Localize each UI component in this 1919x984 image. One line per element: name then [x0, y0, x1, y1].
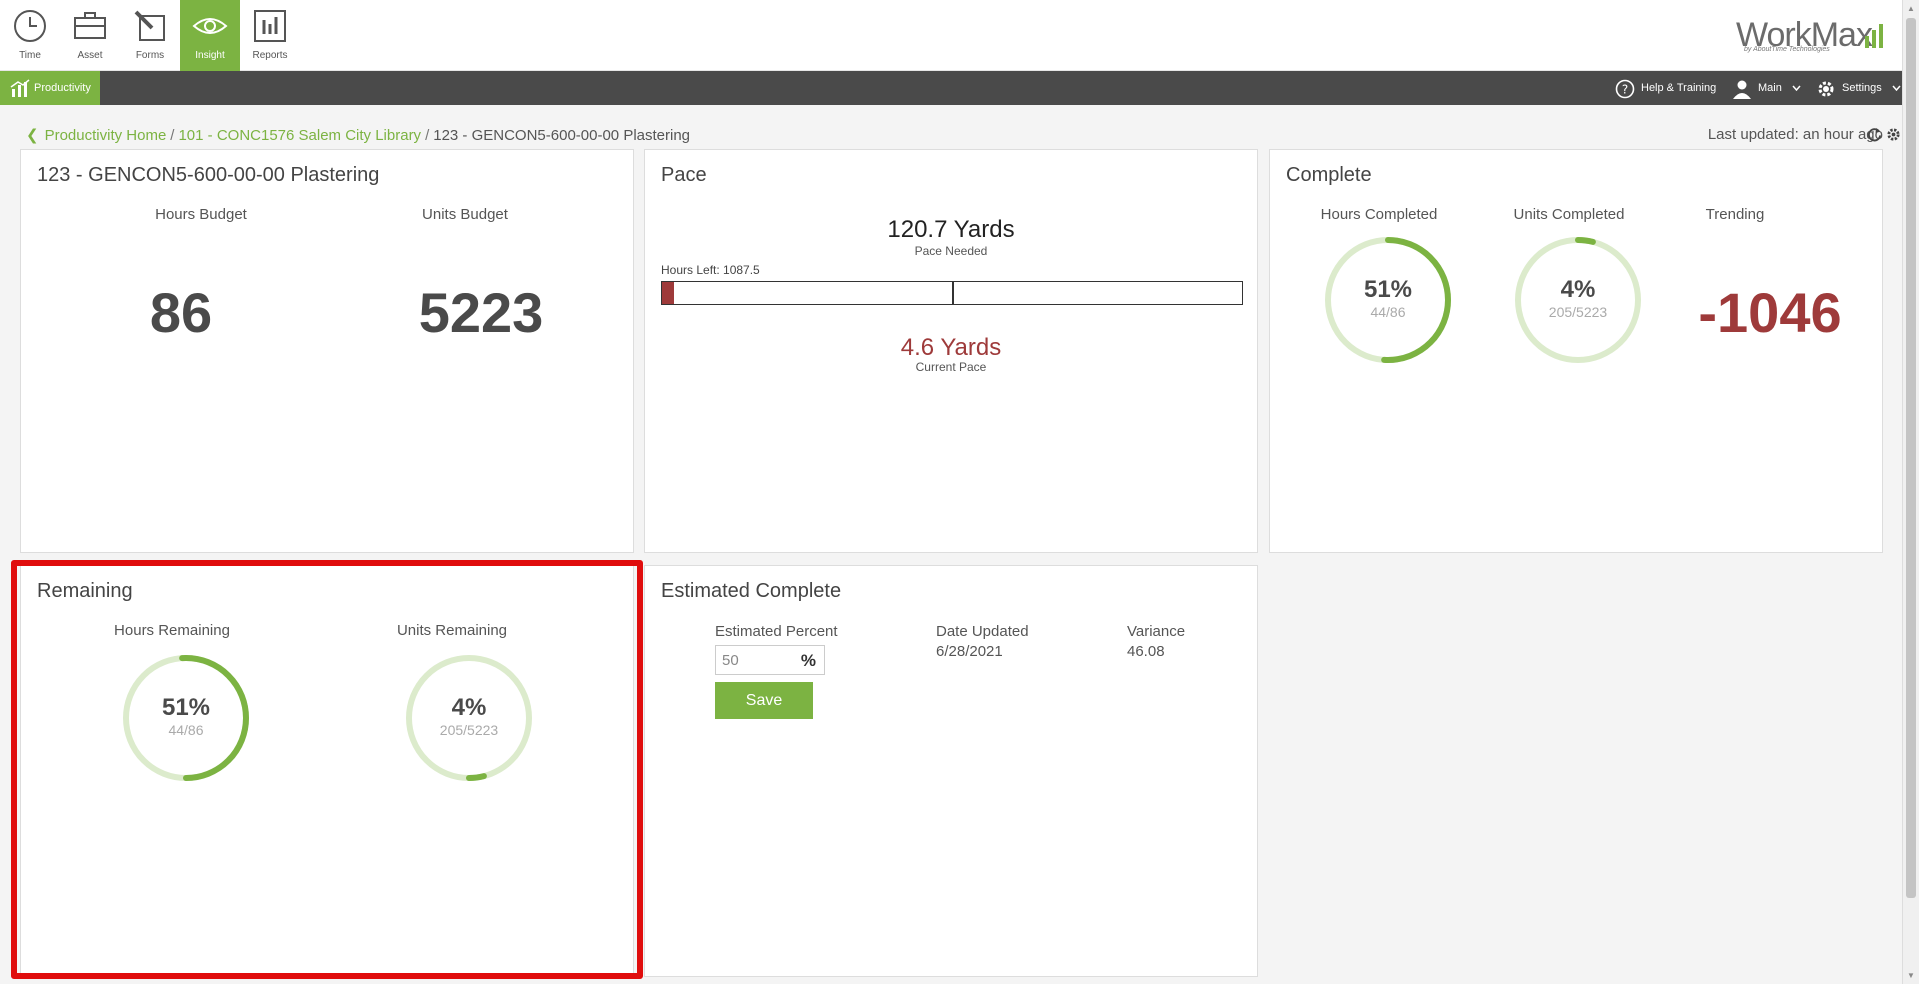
pencil-icon: [134, 10, 165, 41]
breadcrumb-separator: /: [170, 127, 175, 144]
user-label: Main: [1758, 82, 1782, 94]
pace-card: Pace 120.7 Yards Pace Needed Hours Left:…: [644, 149, 1258, 553]
pace-needed-value: 120.7 Yards: [887, 216, 1015, 243]
refresh-icon[interactable]: [1867, 127, 1882, 142]
variance-value: 46.08: [1127, 643, 1165, 660]
hours-budget-label: Hours Budget: [155, 206, 247, 223]
units-remaining-label: Units Remaining: [396, 622, 508, 639]
clock-icon: [14, 10, 46, 42]
hours-remaining-fraction: 44/86: [168, 722, 204, 738]
scrollbar-thumb[interactable]: [1906, 18, 1916, 898]
units-remaining-percent: 4%: [451, 694, 487, 721]
pace-progress-fill: [662, 282, 674, 304]
app-tab-asset[interactable]: Asset: [60, 0, 120, 71]
budget-card-title: 123 - GENCON5-600-00-00 Plastering: [37, 164, 380, 186]
breadcrumb-separator: /: [425, 127, 430, 144]
app-tab-forms[interactable]: Forms: [120, 0, 180, 71]
app-tab-label: Reports: [252, 50, 288, 61]
top-app-bar: Time Asset Forms Insight Reports WorkMax…: [0, 0, 1902, 71]
breadcrumb: ❮ Productivity Home/101 - CONC1576 Salem …: [26, 126, 690, 144]
chart-icon: [254, 10, 286, 42]
estimated-complete-title: Estimated Complete: [661, 580, 842, 602]
productivity-nav-button[interactable]: Productivity: [0, 71, 100, 105]
scroll-up-arrow-icon[interactable]: ▲: [1907, 4, 1915, 13]
units-completed-fraction: 205/5223: [1548, 304, 1608, 320]
user-icon: [1733, 80, 1751, 99]
chevron-down-icon: [1792, 85, 1801, 91]
page-scrollbar[interactable]: ▲ ▼: [1902, 0, 1919, 984]
current-pace-value: 4.6 Yards: [900, 334, 1002, 361]
back-chevron-icon[interactable]: ❮: [26, 127, 39, 144]
save-button[interactable]: Save: [715, 682, 813, 719]
hours-completed-percent: 51%: [1363, 276, 1413, 303]
scroll-down-arrow-icon[interactable]: ▼: [1907, 971, 1915, 980]
hours-budget-value: 86: [149, 281, 213, 344]
variance-label: Variance: [1127, 623, 1186, 640]
logo-subtext: by AboutTime Technologies: [1744, 46, 1830, 53]
estimated-percent-field: %: [715, 645, 825, 675]
app-tab-insight[interactable]: Insight: [180, 0, 240, 71]
units-completed-label: Units Completed: [1513, 206, 1625, 223]
trending-label: Trending: [1705, 206, 1765, 223]
estimated-percent-input[interactable]: [716, 646, 798, 674]
hours-remaining-percent: 51%: [161, 694, 211, 721]
units-remaining-ring: 4% 205/5223: [403, 652, 535, 784]
settings-menu[interactable]: Settings: [1816, 71, 1901, 105]
app-tab-time[interactable]: Time: [0, 0, 60, 71]
units-budget-label: Units Budget: [422, 206, 508, 223]
question-circle-icon: ?: [1615, 79, 1635, 99]
units-remaining-fraction: 205/5223: [439, 722, 499, 738]
gear-icon: [1818, 81, 1834, 97]
pace-needed-label: Pace Needed: [914, 244, 988, 258]
breadcrumb-home-link[interactable]: Productivity Home: [45, 127, 167, 144]
units-completed-percent: 4%: [1560, 276, 1596, 303]
trending-value: -1046: [1698, 281, 1842, 344]
pace-progress-bar: [661, 281, 1243, 305]
app-tab-label: Time: [19, 50, 41, 61]
nav-bar: Productivity ? Help & Training Main Sett…: [0, 71, 1902, 105]
complete-card: Complete Hours Completed 51% 44/86 Units…: [1269, 149, 1883, 553]
user-menu[interactable]: Main: [1732, 71, 1802, 105]
help-training-label: Help & Training: [1641, 82, 1717, 94]
updated-actions: [1867, 127, 1901, 147]
complete-card-title: Complete: [1286, 164, 1372, 186]
workmax-logo: WorkMax by AboutTime Technologies: [1736, 14, 1886, 56]
help-training-link[interactable]: ? Help & Training: [1615, 71, 1717, 105]
percent-unit: %: [800, 651, 816, 670]
breadcrumb-current: 123 - GENCON5-600-00-00 Plastering: [433, 127, 691, 144]
units-budget-value: 5223: [418, 281, 544, 344]
svg-text:?: ?: [1622, 83, 1628, 97]
last-updated-text: Last updated: an hour ago: [1707, 126, 1883, 143]
productivity-label: Productivity: [34, 82, 91, 94]
remaining-card-title: Remaining: [37, 580, 133, 602]
estimated-complete-card: Estimated Complete Estimated Percent % S…: [644, 565, 1258, 977]
hours-completed-fraction: 44/86: [1370, 304, 1406, 320]
hours-completed-ring: 51% 44/86: [1322, 234, 1454, 366]
app-tab-label: Forms: [135, 50, 165, 61]
eye-icon: [192, 18, 228, 34]
chevron-down-icon: [1892, 85, 1901, 91]
date-updated-value: 6/28/2021: [936, 643, 1003, 660]
app-tab-label: Asset: [77, 50, 103, 61]
current-pace-label: Current Pace: [915, 360, 987, 374]
pace-midpoint-marker: [952, 282, 954, 304]
remaining-card: Remaining Hours Remaining 51% 44/86 Unit…: [20, 565, 634, 977]
settings-label: Settings: [1842, 82, 1882, 94]
breadcrumb-project-link[interactable]: 101 - CONC1576 Salem City Library: [178, 127, 421, 144]
estimated-percent-label: Estimated Percent: [715, 623, 838, 640]
hours-remaining-ring: 51% 44/86: [120, 652, 252, 784]
logo-bars-icon: [1865, 24, 1883, 48]
productivity-chart-icon: [10, 79, 30, 97]
hours-completed-label: Hours Completed: [1320, 206, 1438, 223]
hours-left-label: Hours Left: 1087.5: [661, 263, 760, 277]
budget-card: 123 - GENCON5-600-00-00 Plastering Hours…: [20, 149, 634, 553]
pace-card-title: Pace: [661, 164, 707, 186]
app-tab-label: Insight: [195, 50, 225, 61]
date-updated-label: Date Updated: [936, 623, 1029, 640]
gear-icon[interactable]: [1886, 127, 1901, 142]
app-tab-reports[interactable]: Reports: [240, 0, 300, 71]
hours-remaining-label: Hours Remaining: [114, 622, 230, 639]
units-completed-ring: 4% 205/5223: [1512, 234, 1644, 366]
briefcase-icon: [74, 12, 106, 39]
